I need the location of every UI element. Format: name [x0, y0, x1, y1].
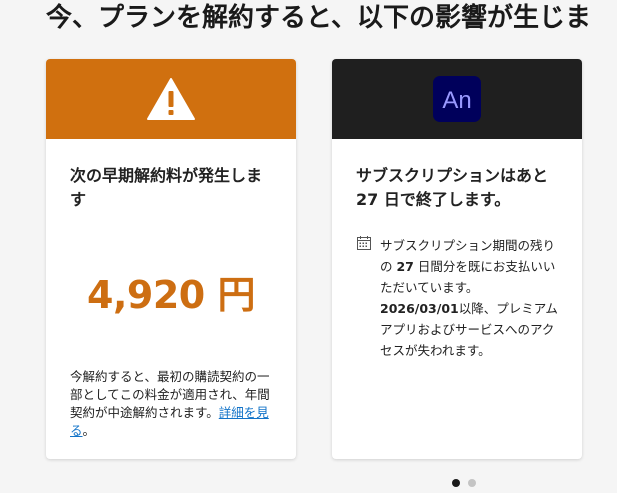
card-heading: サブスクリプションはあと 27 日で終了します。 [356, 166, 549, 209]
subscription-info-text: サブスクリプション期間の残りの 27 日間分を既にお支払いいただいています。 20… [380, 235, 566, 361]
warning-icon [147, 78, 195, 120]
fee-amount: 4,920 円 [87, 273, 255, 317]
card-header: An [332, 59, 582, 139]
animate-app-icon-label: An [442, 87, 471, 114]
fee-note-end: 。 [82, 423, 96, 438]
early-termination-fee-card: 次の早期解約料が発生します 4,920 円 今解約すると、最初の購読契約の一部と… [46, 59, 296, 459]
subscription-end-card: An サブスクリプションはあと 27 日で終了します。 サブスクリプション期間の… [332, 59, 582, 459]
pagination-dot-1[interactable] [452, 479, 460, 487]
card-header [46, 59, 296, 139]
animate-app-icon: An [433, 76, 481, 122]
page-title: 今、プランを解約すると、以下の影響が生じま [46, 3, 591, 33]
card-heading: 次の早期解約料が発生します [70, 166, 263, 209]
subscription-info: サブスクリプション期間の残りの 27 日間分を既にお支払いいただいています。 20… [356, 235, 566, 361]
calendar-icon [357, 236, 371, 250]
carousel-pagination [452, 479, 476, 487]
fee-note: 今解約すると、最初の購読契約の一部としてこの料金が適用され、年間契約が中途解約さ… [70, 368, 278, 440]
remaining-days: 27 [396, 259, 414, 274]
end-date: 2026/03/01 [380, 301, 459, 316]
pagination-dot-2[interactable] [468, 479, 476, 487]
